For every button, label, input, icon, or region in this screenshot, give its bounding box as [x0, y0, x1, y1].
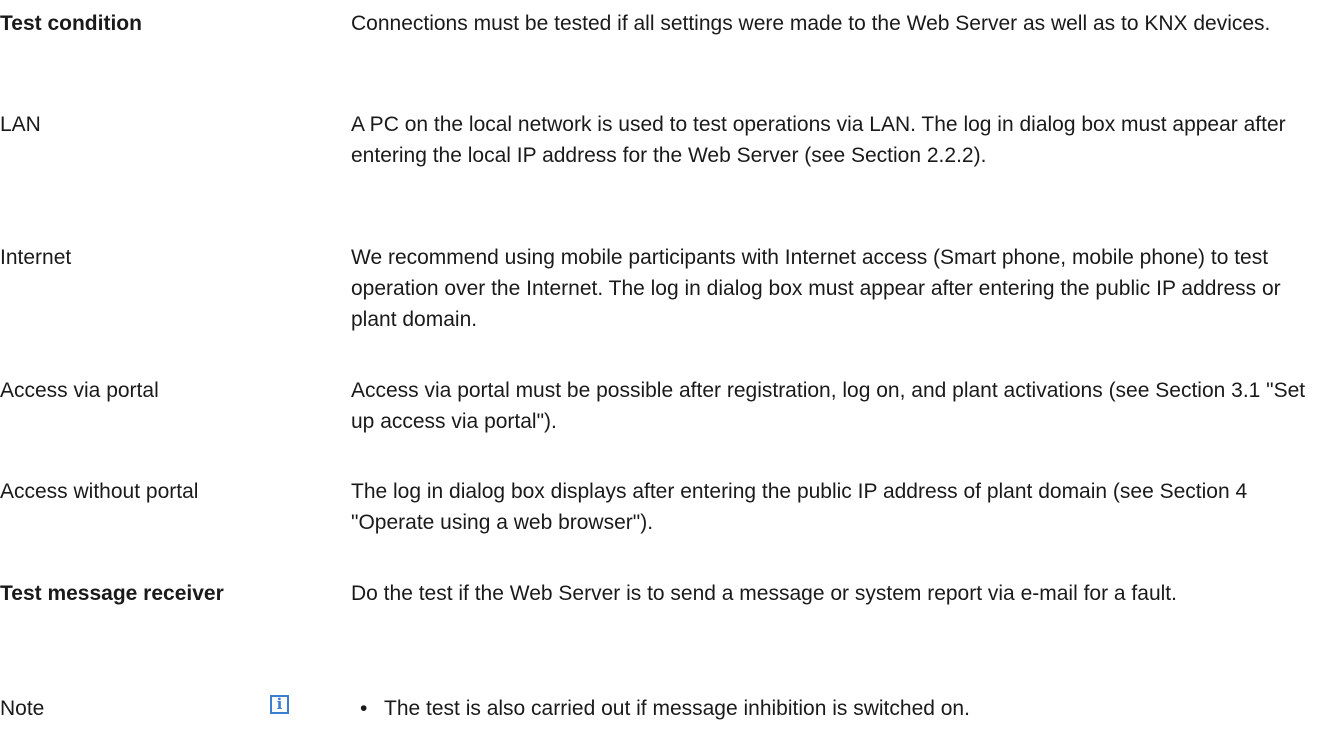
- note-bullet-list: • The test is also carried out if messag…: [351, 693, 1311, 724]
- note-bullet-text: The test is also carried out if message …: [384, 697, 970, 720]
- internet-text: We recommend using mobile participants w…: [351, 246, 1281, 331]
- note-label: Note: [0, 697, 45, 720]
- lan-label: LAN: [0, 113, 41, 136]
- info-icon: i: [270, 695, 289, 714]
- test-message-receiver-label: Test message receiver: [0, 582, 224, 605]
- lan-text: A PC on the local network is used to tes…: [351, 113, 1286, 167]
- bullet-icon: •: [360, 697, 368, 720]
- test-condition-text: Connections must be tested if all settin…: [351, 12, 1271, 35]
- access-without-portal-text: The log in dialog box displays after ent…: [351, 480, 1248, 534]
- access-via-portal-text: Access via portal must be possible after…: [351, 379, 1306, 433]
- internet-label: Internet: [0, 246, 72, 269]
- test-condition-label: Test condition: [0, 12, 142, 35]
- note-content: • The test is also carried out if messag…: [351, 693, 1311, 724]
- test-message-receiver-text: Do the test if the Web Server is to send…: [351, 582, 1177, 605]
- access-via-portal-label: Access via portal: [0, 379, 159, 402]
- access-without-portal-label: Access without portal: [0, 480, 199, 503]
- list-item: • The test is also carried out if messag…: [351, 693, 1311, 724]
